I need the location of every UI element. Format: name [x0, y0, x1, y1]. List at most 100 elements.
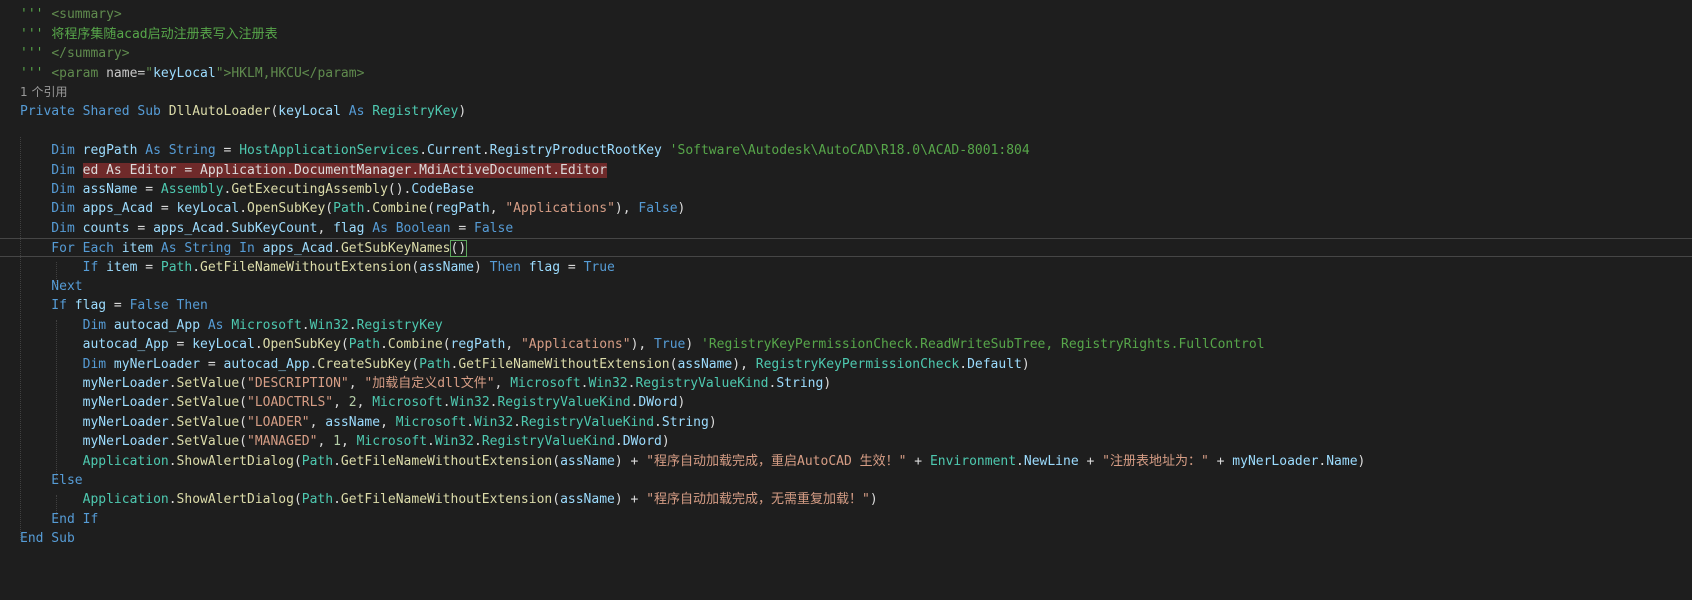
code-lens-references[interactable]: 1 个引用 — [0, 83, 1692, 102]
code-token: ''' — [20, 46, 52, 62]
code-line[interactable]: ''' 将程序集随acad启动注册表写入注册表 — [0, 25, 1692, 44]
code-line[interactable]: For Each item As String In apps_Acad.Get… — [0, 238, 1692, 258]
code-line[interactable]: ''' <summary> — [0, 5, 1692, 24]
code-token: assName — [560, 492, 615, 508]
code-token: myNerLoader — [82, 414, 169, 430]
code-line[interactable]: myNerLoader.SetValue("MANAGED", 1, Micro… — [0, 432, 1692, 451]
code-token: , — [333, 395, 349, 411]
code-line[interactable]: Dim apps_Acad = keyLocal.OpenSubKey(Path… — [0, 199, 1692, 218]
code-token: ) — [661, 434, 670, 450]
code-token: If — [20, 259, 107, 275]
code-token: Path — [301, 492, 334, 508]
code-line[interactable]: myNerLoader.SetValue("LOADER", assName, … — [0, 413, 1692, 432]
code-token: = — [153, 201, 177, 217]
code-line[interactable]: myNerLoader.SetValue("LOADCTRLS", 2, Mic… — [0, 393, 1692, 412]
code-line[interactable]: ''' </summary> — [0, 44, 1692, 63]
code-line[interactable]: Dim autocad_App As Microsoft.Win32.Regis… — [0, 316, 1692, 335]
horizontal-scroll-area[interactable] — [0, 586, 1692, 600]
code-token: Dim — [20, 220, 83, 236]
code-token: ), — [732, 356, 756, 372]
code-token: ''' — [20, 26, 52, 42]
code-token: ) — [677, 395, 686, 411]
code-line[interactable]: Dim ed As Editor = Application.DocumentM… — [0, 161, 1692, 180]
code-token: ( — [552, 492, 561, 508]
code-line[interactable]: Dim counts = apps_Acad.SubKeyCount, flag… — [0, 219, 1692, 238]
code-token: RegistryValueKind — [520, 414, 655, 430]
code-line[interactable]: End If — [0, 510, 1692, 529]
code-token: As — [364, 220, 396, 236]
code-token: Dim — [20, 143, 83, 159]
code-token: assName — [325, 414, 381, 430]
code-token: . — [614, 434, 623, 450]
code-token: ) — [473, 259, 490, 275]
code-token: Microsoft — [372, 395, 443, 411]
code-token: Win32 — [309, 317, 349, 333]
code-token: . — [333, 492, 341, 508]
code-line[interactable]: Application.ShowAlertDialog(Path.GetFile… — [0, 490, 1692, 509]
code-token: = — [215, 143, 240, 159]
code-token: . — [466, 414, 475, 430]
code-token: RegistryProductRootKey — [489, 143, 662, 159]
code-token: autocad_App — [82, 337, 169, 353]
code-line[interactable]: Dim regPath As String = HostApplicationS… — [0, 141, 1692, 160]
code-token: NewLine — [1023, 453, 1079, 469]
code-line[interactable]: Dim myNerLoader = autocad_App. CreateSubK… — [0, 355, 1692, 374]
code-line[interactable]: Next — [0, 277, 1692, 296]
code-token: apps_Acad — [82, 201, 154, 217]
code-line[interactable]: End Sub — [0, 529, 1692, 548]
code-token: = — [168, 337, 193, 353]
code-token: . — [333, 453, 341, 469]
code-token: Name — [1326, 453, 1358, 469]
code-token: DllAutoLoader — [168, 104, 271, 120]
code-line[interactable]: Dim assName = Assembly.GetExecutingAssem… — [0, 180, 1692, 199]
code-token: GetExecutingAssembly — [231, 181, 388, 197]
code-token: ''' — [20, 7, 52, 23]
code-token: ( — [239, 414, 247, 430]
code-token: RegistryKey — [356, 317, 443, 333]
code-token: Win32 — [450, 395, 490, 411]
indent-guide — [56, 495, 57, 515]
code-token: Win32 — [474, 414, 514, 430]
code-token: Path — [301, 453, 334, 469]
code-token: regPath — [82, 143, 138, 159]
code-token: In — [231, 241, 263, 257]
code-token: String — [168, 143, 216, 159]
code-line[interactable]: Private Shared Sub DllAutoLoader(keyLoca… — [0, 102, 1692, 121]
code-token: . — [168, 375, 177, 391]
code-token: RegistryValueKind — [481, 434, 615, 450]
code-line[interactable]: Else — [0, 471, 1692, 490]
code-token: DWord — [638, 395, 678, 411]
code-token: Application — [82, 492, 169, 508]
code-token: String — [661, 414, 709, 430]
code-token: SetValue — [176, 434, 240, 450]
code-token: ( — [239, 395, 247, 411]
code-token: 'Software\Autodesk\AutoCAD\R18.0\ACAD-80… — [661, 143, 1030, 159]
code-token: . — [513, 414, 521, 430]
code-token: ( — [340, 337, 349, 353]
code-token: myNerLoader — [82, 434, 169, 450]
code-line[interactable]: Application.ShowAlertDialog(Path.GetFile… — [0, 452, 1692, 471]
code-line[interactable] — [0, 122, 1692, 141]
code-token: Microsoft — [356, 434, 428, 450]
code-token: CodeBase — [411, 181, 475, 197]
code-line[interactable]: If flag = False Then — [0, 296, 1692, 315]
code-token: flag — [333, 220, 365, 236]
code-token: True — [654, 337, 686, 353]
code-token: "LOADCTRLS" — [247, 395, 334, 411]
code-editor[interactable]: ''' <summary> ''' 将程序集随acad启动注册表写入注册表 ''' … — [0, 0, 1692, 600]
code-line[interactable]: autocad_App = keyLocal.OpenSubKey(Path.C… — [0, 335, 1692, 354]
code-line[interactable]: If item = Path.GetFileNameWithoutExtensi… — [0, 258, 1692, 277]
code-token: . — [380, 337, 388, 353]
code-token: Microsoft — [510, 375, 581, 391]
code-token: assName — [560, 453, 615, 469]
code-token: (). — [387, 181, 412, 197]
code-token: ), — [630, 337, 655, 353]
code-line[interactable]: ''' <param name="keyLocal">HKLM,HKCU</pa… — [0, 64, 1692, 83]
code-token: ) + — [614, 453, 647, 469]
code-line[interactable]: myNerLoader.SetValue("DESCRIPTION", "加载自… — [0, 374, 1692, 393]
code-token: Assembly — [160, 181, 224, 197]
code-token: keyLocal — [176, 201, 240, 217]
code-token: item — [121, 241, 154, 257]
